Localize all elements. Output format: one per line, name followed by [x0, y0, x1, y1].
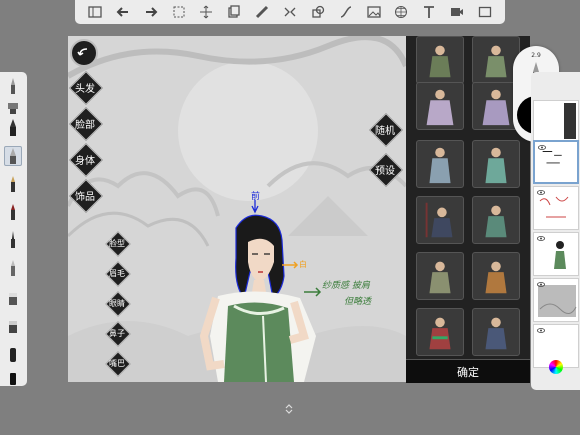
layer-thumbnail[interactable]: [533, 186, 579, 230]
expand-handle-icon[interactable]: [284, 404, 294, 414]
drawing-canvas[interactable]: 头发 脸部 身体 饰品 脸型 眉毛 眼睛 鼻子 嘴巴 随机 预设 前 白 纱质感…: [68, 36, 406, 382]
preset-button[interactable]: 预设: [370, 154, 400, 184]
mouth-button[interactable]: 嘴巴: [105, 351, 129, 375]
sidebar-icon[interactable]: [85, 2, 105, 22]
annotation-front: 前: [251, 192, 261, 202]
ruler-icon[interactable]: [252, 2, 272, 22]
random-button[interactable]: 随机: [370, 114, 400, 144]
outfit-option[interactable]: [416, 140, 464, 188]
outfit-option[interactable]: [472, 140, 520, 188]
layer-thumbnail-selected[interactable]: [533, 140, 579, 184]
eye-icon[interactable]: [537, 282, 545, 287]
layer-thumbnail[interactable]: [533, 232, 579, 276]
annotation-note-2: 但略透: [344, 297, 372, 307]
eraser-hard-icon[interactable]: [4, 288, 22, 308]
color-wheel-icon[interactable]: [549, 360, 563, 374]
selection-icon[interactable]: [169, 2, 189, 22]
image-icon[interactable]: [364, 2, 384, 22]
outfit-option[interactable]: [416, 196, 464, 244]
outfit-option[interactable]: [416, 308, 464, 356]
outfit-option[interactable]: [472, 308, 520, 356]
accessory-category-button[interactable]: 饰品: [70, 180, 100, 210]
layer-thumbnail[interactable]: [533, 278, 579, 322]
clothing-panel: 确定: [406, 36, 530, 383]
face-shape-button[interactable]: 脸型: [105, 231, 129, 255]
ink-brush-icon[interactable]: [4, 118, 22, 138]
face-category-button[interactable]: 脸部: [70, 108, 100, 138]
outfit-option[interactable]: [472, 196, 520, 244]
redo-icon[interactable]: [141, 2, 161, 22]
eye-icon[interactable]: [537, 190, 545, 195]
eye-icon[interactable]: [537, 328, 545, 333]
smudge-icon[interactable]: [4, 344, 22, 364]
back-arrow-icon: [77, 48, 88, 56]
curve-icon[interactable]: [336, 2, 356, 22]
video-icon[interactable]: [447, 2, 467, 22]
shape-icon[interactable]: [308, 2, 328, 22]
hair-category-button[interactable]: 头发: [70, 72, 100, 102]
marker-brush-icon[interactable]: [4, 96, 22, 116]
text-icon[interactable]: [419, 2, 439, 22]
annotation-white: 白: [299, 260, 307, 269]
outfit-option[interactable]: [416, 252, 464, 300]
paintbrush-icon[interactable]: [4, 174, 22, 194]
outfit-option[interactable]: [472, 252, 520, 300]
brush-toolbar: [0, 72, 27, 386]
symmetry-icon[interactable]: [280, 2, 300, 22]
back-button[interactable]: [70, 39, 98, 67]
brush-size-label: 2.9: [531, 52, 541, 59]
perspective-icon[interactable]: [391, 2, 411, 22]
outfit-option[interactable]: [416, 82, 464, 130]
transform-icon[interactable]: [196, 2, 216, 22]
eraser-soft-icon[interactable]: [4, 316, 22, 336]
fullscreen-icon[interactable]: [475, 2, 495, 22]
pencil-brush-icon[interactable]: [4, 76, 22, 96]
fill-brush-icon[interactable]: [4, 368, 22, 388]
fineliner-icon[interactable]: [4, 230, 22, 250]
copy-icon[interactable]: [224, 2, 244, 22]
pastel-icon[interactable]: [4, 258, 22, 278]
eye-icon[interactable]: [537, 236, 545, 241]
eyebrow-button[interactable]: 眉毛: [105, 261, 129, 285]
chisel-brush-icon[interactable]: [4, 202, 22, 222]
nose-button[interactable]: 鼻子: [105, 321, 129, 345]
undo-icon[interactable]: [113, 2, 133, 22]
confirm-button[interactable]: 确定: [406, 359, 530, 383]
top-toolbar: [75, 0, 505, 24]
layer-thumbnail[interactable]: [533, 100, 579, 144]
annotation-note-1: 纱质感 披肩: [322, 281, 370, 291]
body-category-button[interactable]: 身体: [70, 144, 100, 174]
airbrush-icon[interactable]: [4, 146, 22, 166]
outfit-option[interactable]: [416, 36, 464, 84]
layers-panel: [531, 72, 580, 390]
eyes-button[interactable]: 眼睛: [105, 291, 129, 315]
eye-icon[interactable]: [538, 145, 546, 150]
